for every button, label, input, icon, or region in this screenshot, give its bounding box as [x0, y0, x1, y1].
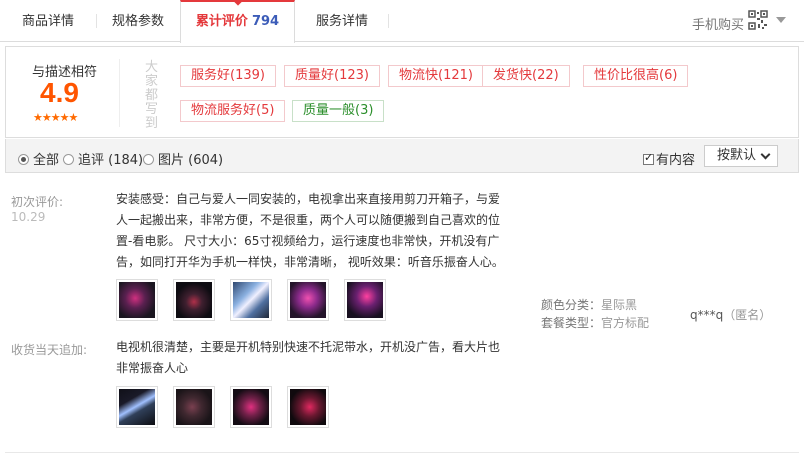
reviewer: q***q（匿名） — [690, 306, 771, 323]
reviewer-name: q***q — [690, 308, 724, 322]
divider — [5, 452, 799, 453]
review-line: 非常振奋人心 — [116, 361, 189, 375]
review-filter-bar: 全部 追评 (184) 图片 (604) 有内容 按默认 — [5, 139, 799, 173]
filter-all-radio[interactable]: 全部 — [18, 149, 59, 168]
rating-stars: ★★★★★ — [33, 111, 78, 124]
color-value: 星际黑 — [601, 298, 638, 312]
review-line: 告，如同打开华为手机一样快，非常清晰， 视听效果：听音乐振奋人心。 — [116, 255, 504, 269]
review-count: 794 — [251, 14, 280, 29]
has-content-checkbox[interactable]: 有内容 — [643, 149, 695, 168]
divider — [119, 59, 120, 127]
followup-photo-thumbnail[interactable] — [116, 386, 158, 428]
radio-label: 图片 (604) — [158, 153, 224, 168]
chevron-down-icon[interactable] — [776, 17, 786, 23]
followup-review-text: 电视机很清楚，主要是开机特别快速不托泥带水，开机没广告，看大片也 非常振奋人心 — [116, 337, 516, 379]
initial-review-text: 安装感受：自己与爱人一同安装的，电视拿出来直接用剪刀开箱子，与爱 人一起搬出来，… — [116, 189, 516, 273]
review-line: 人一起搬出来，非常方便，不是很重，两个人可以随便搬到自己喜欢的位 — [116, 213, 501, 227]
followup-photo-thumbnail[interactable] — [287, 386, 329, 428]
review-line: 电视机很清楚，主要是开机特别快速不托泥带水，开机没广告，看大片也 — [116, 340, 501, 354]
review-photo-thumbnail[interactable] — [287, 279, 329, 321]
color-classification: 颜色分类：星际黑 — [541, 296, 637, 313]
qr-code-icon[interactable] — [748, 10, 768, 30]
review-line: 安装感受：自己与爱人一同安装的，电视拿出来直接用剪刀开箱子，与爱 — [116, 192, 501, 206]
review-photo-thumbnail[interactable] — [344, 279, 386, 321]
sort-value: 按默认 — [717, 148, 757, 163]
rating-score: 4.9 — [40, 77, 79, 108]
anonymous-label: （匿名） — [723, 308, 772, 322]
radio-checked-icon — [18, 154, 29, 165]
tag-quality-good[interactable]: 质量好(123) — [284, 65, 380, 87]
tab-label: 服务详情 — [315, 14, 368, 29]
filter-followup-radio[interactable]: 追评 (184) — [63, 149, 143, 168]
chevron-down-icon — [760, 149, 771, 160]
review-line: 置-看电影。 尺寸大小：65寸视频给力，运行速度也非常快，开机没有广 — [116, 234, 500, 248]
tab-label: 累计评价 — [195, 14, 248, 29]
package-type: 套餐类型：官方标配 — [541, 314, 649, 331]
tag-service-good[interactable]: 服务好(139) — [180, 65, 276, 87]
radio-label: 全部 — [33, 153, 60, 168]
followup-photo-thumbnail[interactable] — [173, 386, 215, 428]
sort-select[interactable]: 按默认 — [704, 145, 778, 167]
followup-photo-thumbnail[interactable] — [230, 386, 272, 428]
tag-shipping-fast[interactable]: 发货快(22) — [482, 65, 570, 87]
filter-pictures-radio[interactable]: 图片 (604) — [143, 149, 223, 168]
mobile-buy-link[interactable]: 手机购买 — [692, 14, 744, 33]
tab-separator — [388, 14, 389, 28]
tab-reviews[interactable]: 累计评价 794 — [180, 0, 295, 43]
tag-value-high[interactable]: 性价比很高(6) — [583, 65, 689, 87]
tab-label: 商品详情 — [21, 14, 74, 29]
review-photo-thumbnail[interactable] — [173, 279, 215, 321]
tab-label: 规格参数 — [111, 14, 164, 29]
review-photo-thumbnail[interactable] — [116, 279, 158, 321]
color-label: 颜色分类： — [541, 298, 602, 312]
radio-label: 追评 (184) — [78, 153, 144, 168]
checkbox-checked-icon — [643, 151, 654, 165]
tab-bar: 商品详情 规格参数 累计评价 794 服务详情 手机购买 — [0, 0, 804, 43]
tag-logistics-service-good[interactable]: 物流服务好(5) — [180, 100, 286, 122]
package-label: 套餐类型： — [541, 316, 602, 330]
initial-review-date: 10.29 — [11, 210, 46, 224]
review-photo-thumbnail[interactable] — [230, 279, 272, 321]
everyone-says-label: 大家都写到 — [145, 60, 159, 131]
tab-specifications[interactable]: 规格参数 — [97, 0, 179, 42]
tab-service-details[interactable]: 服务详情 — [296, 0, 388, 42]
tag-logistics-fast[interactable]: 物流快(121) — [388, 65, 484, 87]
followup-review-label: 收货当天追加: — [11, 343, 88, 357]
tab-product-details[interactable]: 商品详情 — [0, 0, 96, 42]
initial-review-label: 初次评价: — [11, 195, 64, 209]
radio-icon — [143, 154, 154, 165]
checkbox-label: 有内容 — [656, 153, 696, 168]
tag-quality-average[interactable]: 质量一般(3) — [292, 100, 385, 122]
rating-summary: 与描述相符 4.9 ★★★★★ 大家都写到 服务好(139) 质量好(123) … — [5, 46, 799, 138]
radio-icon — [63, 154, 74, 165]
package-value: 官方标配 — [601, 316, 650, 330]
